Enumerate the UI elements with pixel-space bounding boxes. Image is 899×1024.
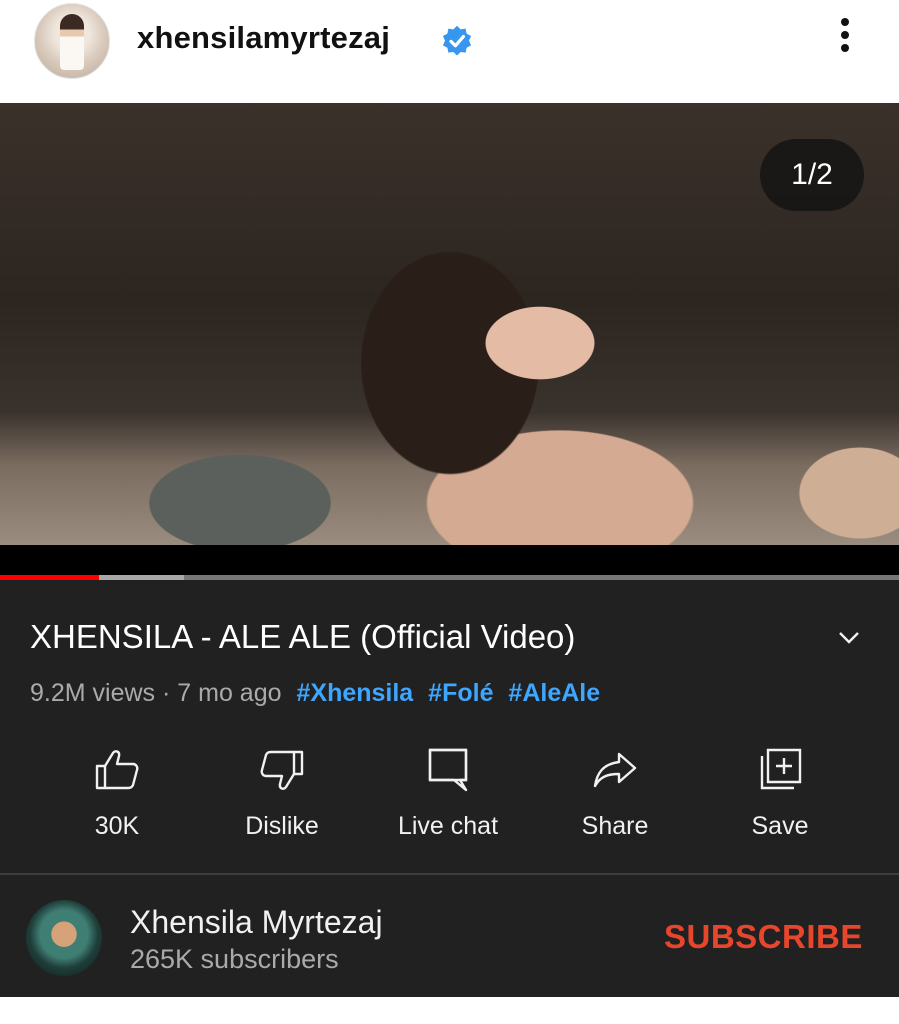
share-arrow-icon <box>593 752 637 788</box>
profile-avatar[interactable] <box>34 3 110 79</box>
add-to-playlist-icon <box>760 748 802 790</box>
save-label: Save <box>751 812 809 840</box>
share-button[interactable]: Share <box>545 746 685 856</box>
like-count: 30K <box>94 812 140 840</box>
verified-badge-icon <box>442 25 472 56</box>
dislike-label: Dislike <box>245 812 319 840</box>
video-meta: 9.2M views · 7 mo ago #Xhensila #Folé #A… <box>30 677 600 709</box>
channel-name[interactable]: Xhensila Myrtezaj <box>130 904 383 941</box>
chat-icon <box>428 748 468 792</box>
more-options-icon[interactable] <box>828 14 862 62</box>
profile-username[interactable]: xhensilamyrtezaj <box>137 20 390 56</box>
video-title: XHENSILA - ALE ALE (Official Video) <box>30 618 576 655</box>
youtube-card: 1/2 XHENSILA - ALE ALE (Official Video) … <box>0 103 899 997</box>
upload-age: 7 mo ago <box>177 679 282 707</box>
hashtag-link[interactable]: #AleAle <box>508 679 600 707</box>
thumbs-down-icon <box>260 750 304 790</box>
action-bar: 30K Dislike Live chat Share Save <box>0 746 899 866</box>
share-label: Share <box>581 812 649 840</box>
progress-played <box>0 575 99 580</box>
thumbs-up-icon <box>95 750 139 790</box>
video-thumbnail[interactable]: 1/2 <box>0 103 899 545</box>
hashtag-link[interactable]: #Xhensila <box>296 679 413 707</box>
save-button[interactable]: Save <box>710 746 850 856</box>
progress-bar[interactable] <box>0 575 899 580</box>
post-footer <box>0 997 899 1024</box>
page-counter: 1/2 <box>760 139 864 211</box>
hashtag-link[interactable]: #Folé <box>428 679 493 707</box>
post-header: xhensilamyrtezaj <box>0 0 899 103</box>
live-chat-label: Live chat <box>397 812 499 840</box>
dislike-button[interactable]: Dislike <box>212 746 352 856</box>
divider <box>0 873 899 875</box>
video-letterbox <box>0 545 899 575</box>
meta-separator: · <box>162 679 171 707</box>
subscriber-count: 265K subscribers <box>130 944 339 974</box>
view-count: 9.2M views <box>30 679 156 707</box>
channel-avatar[interactable] <box>26 900 102 976</box>
like-button[interactable]: 30K <box>47 746 187 856</box>
live-chat-button[interactable]: Live chat <box>378 746 518 856</box>
chevron-down-icon[interactable] <box>834 623 864 653</box>
subscribe-button[interactable]: SUBSCRIBE <box>664 918 863 956</box>
